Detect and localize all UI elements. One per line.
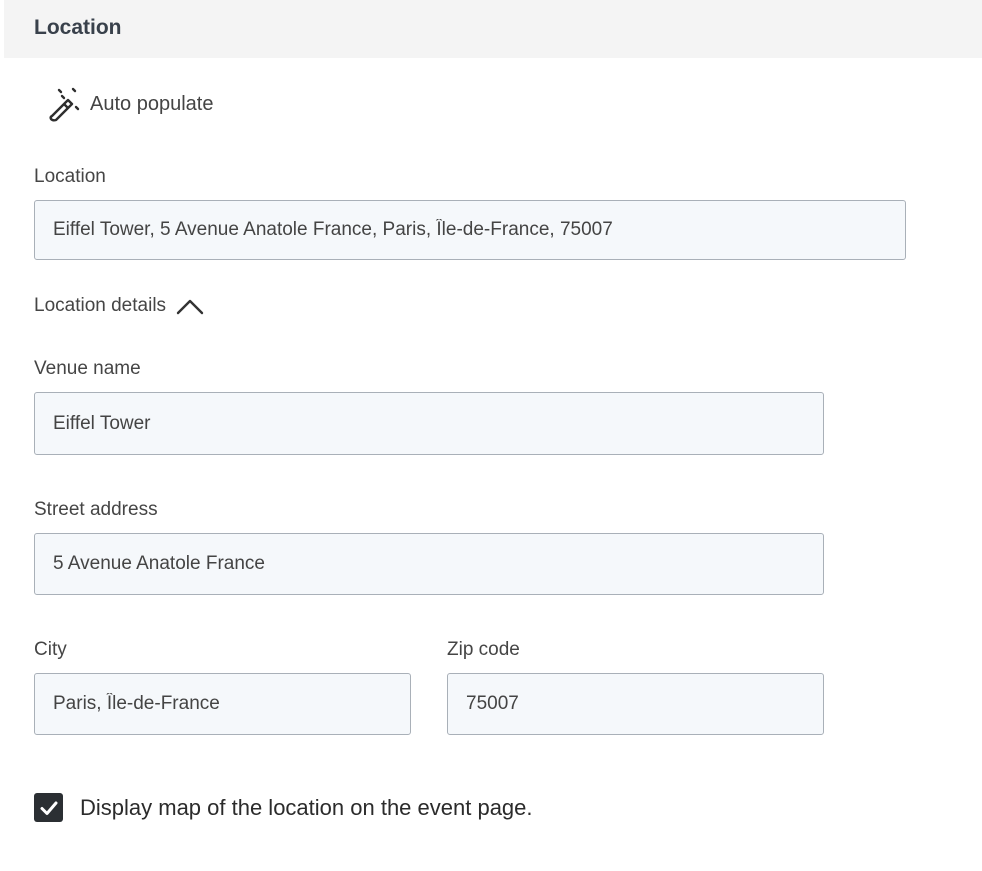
venue-name-input[interactable] <box>34 392 824 455</box>
auto-populate-label: Auto populate <box>90 92 214 115</box>
auto-populate-button[interactable]: Auto populate <box>46 86 213 122</box>
venue-name-label: Venue name <box>34 358 141 379</box>
display-map-option: Display map of the location on the event… <box>34 793 533 822</box>
street-address-label: Street address <box>34 499 158 520</box>
location-label: Location <box>34 166 106 187</box>
city-input[interactable] <box>34 673 411 735</box>
magic-wand-icon <box>49 87 80 122</box>
display-map-label: Display map of the location on the event… <box>80 794 533 820</box>
display-map-checkbox[interactable] <box>34 793 63 822</box>
zip-code-input[interactable] <box>447 673 824 735</box>
street-address-input[interactable] <box>34 533 824 595</box>
chevron-up-icon <box>176 299 204 315</box>
location-details-toggle[interactable]: Location details <box>34 295 204 317</box>
section-title: Location <box>34 16 122 39</box>
location-form: Location Auto populate Location Location… <box>0 0 982 871</box>
city-label: City <box>34 639 67 660</box>
section-header: Location <box>4 0 982 58</box>
location-input[interactable] <box>34 200 906 260</box>
location-details-label: Location details <box>34 295 167 316</box>
zip-code-label: Zip code <box>447 639 520 660</box>
checkmark-icon <box>40 801 57 815</box>
